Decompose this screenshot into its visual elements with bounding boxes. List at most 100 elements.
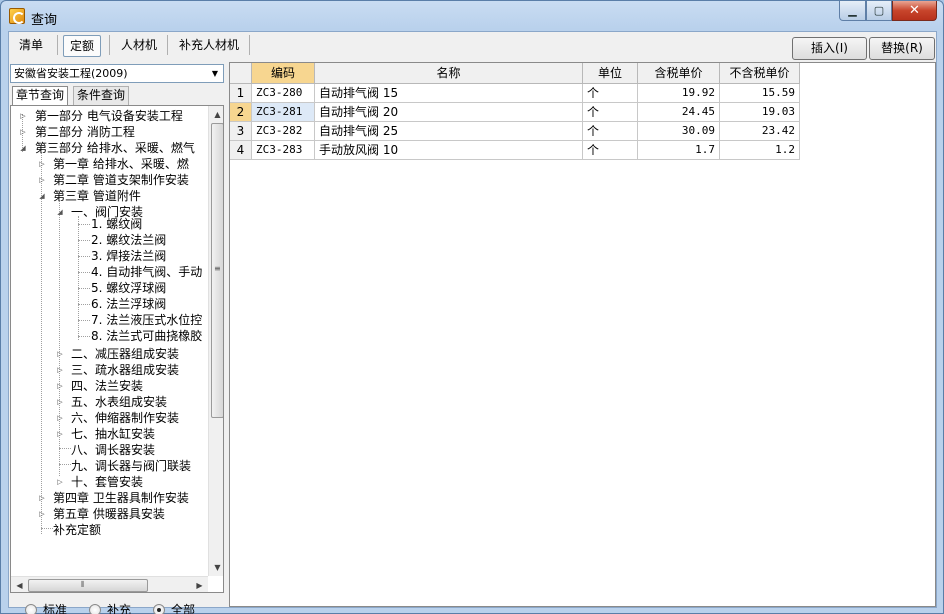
cell-price-tax[interactable]: 30.09 [638,122,720,141]
expand-icon[interactable]: ▷ [56,426,64,442]
minimize-button[interactable]: ▁ [839,1,866,21]
cell-name[interactable]: 自动排气阀 20 [315,103,583,122]
tab-chapter-search[interactable]: 章节查询 [12,86,69,105]
cell-name[interactable]: 自动排气阀 25 [315,122,583,141]
tree-leaf[interactable]: 1. 螺纹阀 [91,216,207,232]
close-button[interactable]: ✕ [892,1,937,21]
tree-item[interactable]: 七、抽水缸安装 [71,426,207,442]
cell-code-selected[interactable]: ZC3-281 [252,103,315,122]
tree-leaf[interactable]: 4. 自动排气阀、手动 [91,264,207,280]
column-header-name[interactable]: 名称 [315,63,583,84]
tree-leaf[interactable]: 3. 焊接法兰阀 [91,248,207,264]
column-header-code[interactable]: 编码 [252,63,315,84]
cell-price-tax[interactable]: 1.7 [638,141,720,160]
tree-item[interactable]: 第三章 管道附件 [53,188,207,204]
tab-quota[interactable]: 定额 [63,35,102,57]
cell-unit[interactable]: 个 [583,84,638,103]
tree-item[interactable]: 第一章 给排水、采暖、燃 [53,156,207,172]
tree-item[interactable]: 第二部分 消防工程 [35,124,207,140]
row-number[interactable]: 2 [230,103,252,122]
tree-leaf[interactable]: 8. 法兰式可曲挠橡胶 [91,328,207,344]
scroll-left-icon[interactable]: ◀ [11,577,28,592]
tree-leaf[interactable]: 2. 螺纹法兰阀 [91,232,207,248]
tree-vertical-scrollbar[interactable]: ▲ ≡ ▼ [208,106,223,576]
column-header-unit[interactable]: 单位 [583,63,638,84]
cell-unit[interactable]: 个 [583,141,638,160]
scroll-right-icon[interactable]: ▶ [191,577,208,592]
insert-button[interactable]: 插入(I) [792,37,867,60]
maximize-icon: ▢ [873,4,885,17]
scroll-down-icon[interactable]: ▼ [209,559,223,576]
tree-leaf[interactable]: 6. 法兰浮球阀 [91,296,207,312]
cell-unit[interactable]: 个 [583,103,638,122]
tree-item[interactable]: 二、减压器组成安装 [71,346,207,362]
expand-icon[interactable]: ▷ [56,394,64,410]
expand-icon[interactable]: ▷ [56,410,64,426]
collapse-icon[interactable]: ◢ [38,188,46,204]
title-bar[interactable]: 查询 ▁ ▢ ✕ [1,1,943,31]
tree-vertical-scroll-thumb[interactable]: ≡ [211,123,223,418]
cell-code[interactable]: ZC3-283 [252,141,315,160]
chevron-down-icon[interactable]: ▼ [207,65,223,82]
row-number[interactable]: 1 [230,84,252,103]
radio-label: 补充 [107,603,132,614]
expand-icon[interactable]: ▷ [56,346,64,362]
tree-item[interactable]: 第五章 供暖器具安装 [53,506,207,522]
tree-item[interactable]: 第三部分 给排水、采暖、燃气 [35,140,207,156]
cell-name[interactable]: 手动放风阀 10 [315,141,583,160]
tree-item[interactable]: 五、水表组成安装 [71,394,207,410]
tree-item[interactable]: 六、伸缩器制作安装 [71,410,207,426]
tree-horizontal-scroll-thumb[interactable]: ⦀ [28,579,148,592]
tree-item[interactable]: 九、调长器与阀门联装 [71,458,207,474]
results-table: 编码 名称 单位 含税单价 不含税单价 1 ZC3-280 自动排气阀 15 个… [229,62,936,607]
expand-icon[interactable]: ▷ [19,124,27,140]
column-header-price-notax[interactable]: 不含税单价 [720,63,800,84]
grip-icon: ≡ [214,264,221,273]
tab-bill[interactable]: 清单 [13,35,49,57]
expand-icon[interactable]: ▷ [38,490,46,506]
cell-unit[interactable]: 个 [583,122,638,141]
tree-leaf[interactable]: 5. 螺纹浮球阀 [91,280,207,296]
radio-circle[interactable] [89,604,101,614]
scroll-up-icon[interactable]: ▲ [209,106,223,123]
tab-materials[interactable]: 人材机 [115,35,163,57]
expand-icon[interactable]: ▷ [56,362,64,378]
tree-item[interactable]: 第一部分 电气设备安装工程 [35,108,207,124]
row-number[interactable]: 3 [230,122,252,141]
expand-icon[interactable]: ▷ [56,474,64,490]
expand-icon[interactable]: ▷ [19,108,27,124]
collapse-icon[interactable]: ◢ [19,140,27,156]
cell-price-notax[interactable]: 23.42 [720,122,800,141]
radio-circle[interactable] [25,604,37,614]
maximize-button[interactable]: ▢ [866,1,892,21]
tab-extra-materials[interactable]: 补充人材机 [173,35,245,57]
expand-icon[interactable]: ▷ [38,172,46,188]
library-select[interactable]: 安徽省安装工程(2009) ▼ [10,64,224,83]
cell-code[interactable]: ZC3-282 [252,122,315,141]
tree-item[interactable]: 十、套管安装 [71,474,207,490]
tree-horizontal-scrollbar[interactable]: ◀ ⦀ ▶ [11,576,208,592]
tree-item[interactable]: 四、法兰安装 [71,378,207,394]
tree-item[interactable]: 三、疏水器组成安装 [71,362,207,378]
tree-leaf[interactable]: 7. 法兰液压式水位控 [91,312,207,328]
radio-circle-checked[interactable] [153,604,165,614]
cell-price-notax[interactable]: 15.59 [720,84,800,103]
expand-icon[interactable]: ▷ [56,378,64,394]
cell-price-notax[interactable]: 1.2 [720,141,800,160]
collapse-icon[interactable]: ◢ [56,204,64,220]
cell-price-notax[interactable]: 19.03 [720,103,800,122]
replace-button[interactable]: 替换(R) [869,37,935,60]
cell-code[interactable]: ZC3-280 [252,84,315,103]
cell-price-tax[interactable]: 24.45 [638,103,720,122]
expand-icon[interactable]: ▷ [38,156,46,172]
cell-price-tax[interactable]: 19.92 [638,84,720,103]
expand-icon[interactable]: ▷ [38,506,46,522]
column-header-price-tax[interactable]: 含税单价 [638,63,720,84]
tree-item[interactable]: 八、调长器安装 [71,442,207,458]
cell-name[interactable]: 自动排气阀 15 [315,84,583,103]
tree-item[interactable]: 补充定额 [53,522,207,538]
tree-item[interactable]: 第四章 卫生器具制作安装 [53,490,207,506]
row-number[interactable]: 4 [230,141,252,160]
tab-condition-search[interactable]: 条件查询 [73,86,130,105]
tree-item[interactable]: 第二章 管道支架制作安装 [53,172,207,188]
